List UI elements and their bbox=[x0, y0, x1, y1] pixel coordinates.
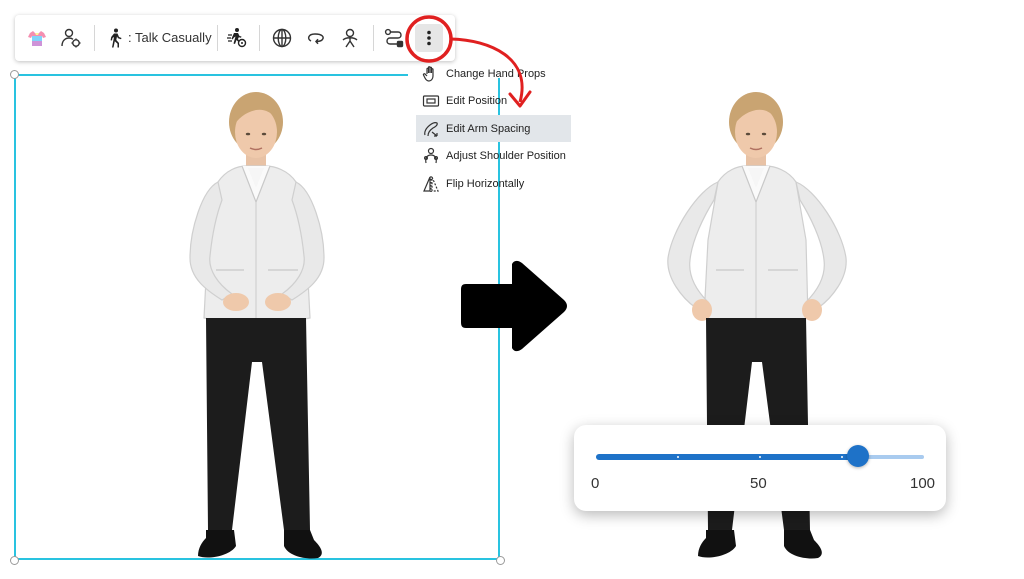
slider-tick bbox=[677, 456, 679, 458]
annotation-arrow bbox=[450, 37, 524, 103]
slider-tick bbox=[759, 456, 761, 458]
slider-tick bbox=[841, 456, 843, 458]
transition-arrow-icon bbox=[461, 260, 567, 352]
arm-spacing-slider-card: 0 50 100 bbox=[574, 425, 946, 511]
slider-track-fill bbox=[596, 454, 859, 460]
slider-mid-label: 50 bbox=[750, 475, 767, 492]
slider-min-label: 0 bbox=[591, 475, 600, 492]
slider-max-label: 100 bbox=[910, 475, 936, 492]
slider-thumb[interactable] bbox=[847, 445, 870, 467]
highlight-circle bbox=[405, 15, 453, 63]
